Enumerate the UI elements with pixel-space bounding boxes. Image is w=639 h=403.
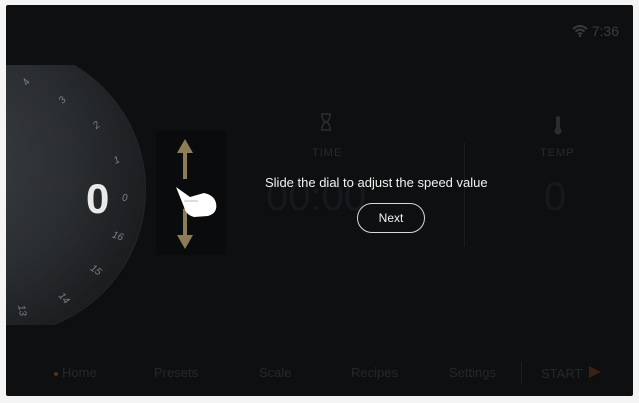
thermometer-icon [553,115,563,140]
nav-recipes[interactable]: Recipes [351,365,398,380]
wifi-icon [572,25,588,37]
start-button[interactable]: START [541,365,602,382]
swipe-hint [156,131,226,255]
arrow-shaft-top [183,151,187,179]
next-button[interactable]: Next [357,203,425,233]
nav-home[interactable]: Home [54,365,97,380]
dial-tick: 13 [15,304,28,317]
active-dot-icon [54,371,58,376]
bottom-nav: Home Presets Scale Recipes Settings STAR… [6,355,633,389]
status-bar: 7:36 [572,23,619,39]
nav-divider [521,361,522,385]
down-arrow-icon [177,235,193,249]
hand-pointer-icon [174,181,220,224]
status-time: 7:36 [591,23,619,39]
temp-title: TEMP [540,147,575,159]
time-title: TIME [312,147,343,159]
nav-home-label: Home [62,365,97,380]
nav-presets[interactable]: Presets [154,365,198,380]
nav-scale[interactable]: Scale [259,365,292,380]
start-label: START [541,366,583,381]
nav-settings[interactable]: Settings [449,365,496,380]
panel-divider [464,143,465,247]
dial-tick: 0 [122,193,128,204]
app-screen: 7:36 4 3 2 1 0 16 15 14 13 0 TIME 00:00 [6,5,633,396]
speed-dial[interactable]: 4 3 2 1 0 16 15 14 13 0 [6,65,156,325]
temp-value: 0 [544,175,567,219]
play-icon [588,365,602,382]
tutorial-message: Slide the dial to adjust the speed value [265,175,488,190]
hourglass-icon [320,113,332,136]
speed-value: 0 [86,175,110,222]
